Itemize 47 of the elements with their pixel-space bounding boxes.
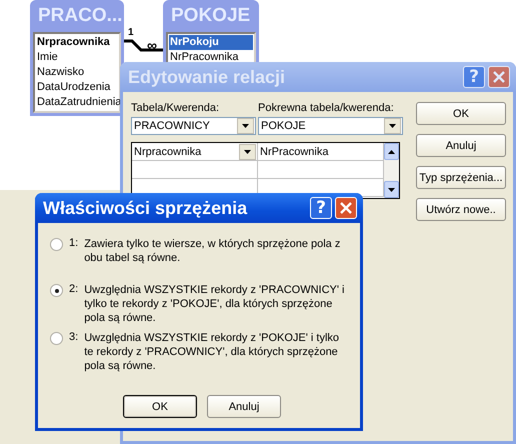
option-text: Uwzględnia WSZYSTKIE rekordy z 'POKOJE' i tylko te rekordy z 'PRACOWNICY', dla których sprzężone pola są równe.: [84, 331, 340, 373]
help-button[interactable]: ?: [310, 197, 332, 219]
field-item[interactable]: Imie: [36, 50, 118, 65]
dialog-button[interactable]: OK: [416, 102, 506, 125]
close-icon: [340, 202, 352, 214]
dialog-button[interactable]: Typ sprzężenia...: [416, 166, 506, 189]
window-title: Właściwości sprzężenia: [43, 198, 248, 218]
related-table-combo[interactable]: POKOJE: [258, 117, 403, 135]
field-item[interactable]: NrPokoju: [169, 35, 253, 50]
dialog-button[interactable]: Anuluj: [207, 395, 281, 418]
caret-down-icon: [389, 124, 396, 128]
close-button[interactable]: [488, 66, 510, 88]
option-text: Uwzględnia WSZYSTKIE rekordy z 'PRACOWNICY' i tylko te rekordy z 'POKOJE', dla których sprzężone pola są równe.: [84, 283, 346, 325]
caret-down-icon: [244, 150, 251, 154]
table-title: POKOJE: [170, 4, 252, 28]
field-item[interactable]: Nrpracownika: [36, 35, 118, 50]
one-label: 1: [128, 28, 134, 38]
many-label: ∞: [147, 38, 157, 52]
option-number: 2:: [69, 283, 78, 295]
related-table-label: Pokrewna tabela/kwerenda:: [258, 102, 395, 114]
table-combo[interactable]: PRACOWNICY: [131, 117, 256, 135]
scrollbar[interactable]: [384, 143, 399, 198]
table-label: Tabela/Kwerenda:: [131, 102, 220, 114]
option-text: Zawiera tylko te wiersze, w których sprzężone pola z obu tabel są równe.: [84, 237, 342, 265]
field-item[interactable]: DataZatrudnienia: [36, 95, 118, 110]
radio-button[interactable]: [50, 238, 63, 251]
caret-up-icon: [388, 150, 395, 154]
caret-down-icon: [388, 188, 395, 192]
dialog-button[interactable]: Utwórz nowe..: [416, 198, 506, 221]
grid-cell[interactable]: Nrpracownika: [132, 143, 258, 161]
relationship-line: [124, 38, 164, 52]
radio-button[interactable]: [50, 332, 63, 345]
field-item[interactable]: DataUrodzenia: [36, 80, 118, 95]
caret-down-icon: [242, 124, 249, 128]
dialog-button[interactable]: Anuluj: [416, 134, 506, 157]
option-number: 1:: [69, 237, 78, 249]
radio-button[interactable]: [50, 284, 63, 297]
field-item[interactable]: NrPracownika: [169, 50, 253, 65]
close-button[interactable]: [335, 197, 357, 219]
grid-cell[interactable]: [132, 161, 258, 179]
field-grid[interactable]: Nrpracownika NrPracownika: [131, 142, 400, 199]
table-title: PRACO...: [37, 4, 121, 28]
dialog-button[interactable]: OK: [123, 395, 197, 418]
table-window[interactable]: PRACO... Nrpracownika Imie Nazwisko DataUrodzenia DataZatrudnienia: [30, 0, 124, 116]
close-icon: [493, 71, 505, 83]
field-item[interactable]: Nazwisko: [36, 65, 118, 80]
option-number: 3:: [69, 331, 78, 343]
